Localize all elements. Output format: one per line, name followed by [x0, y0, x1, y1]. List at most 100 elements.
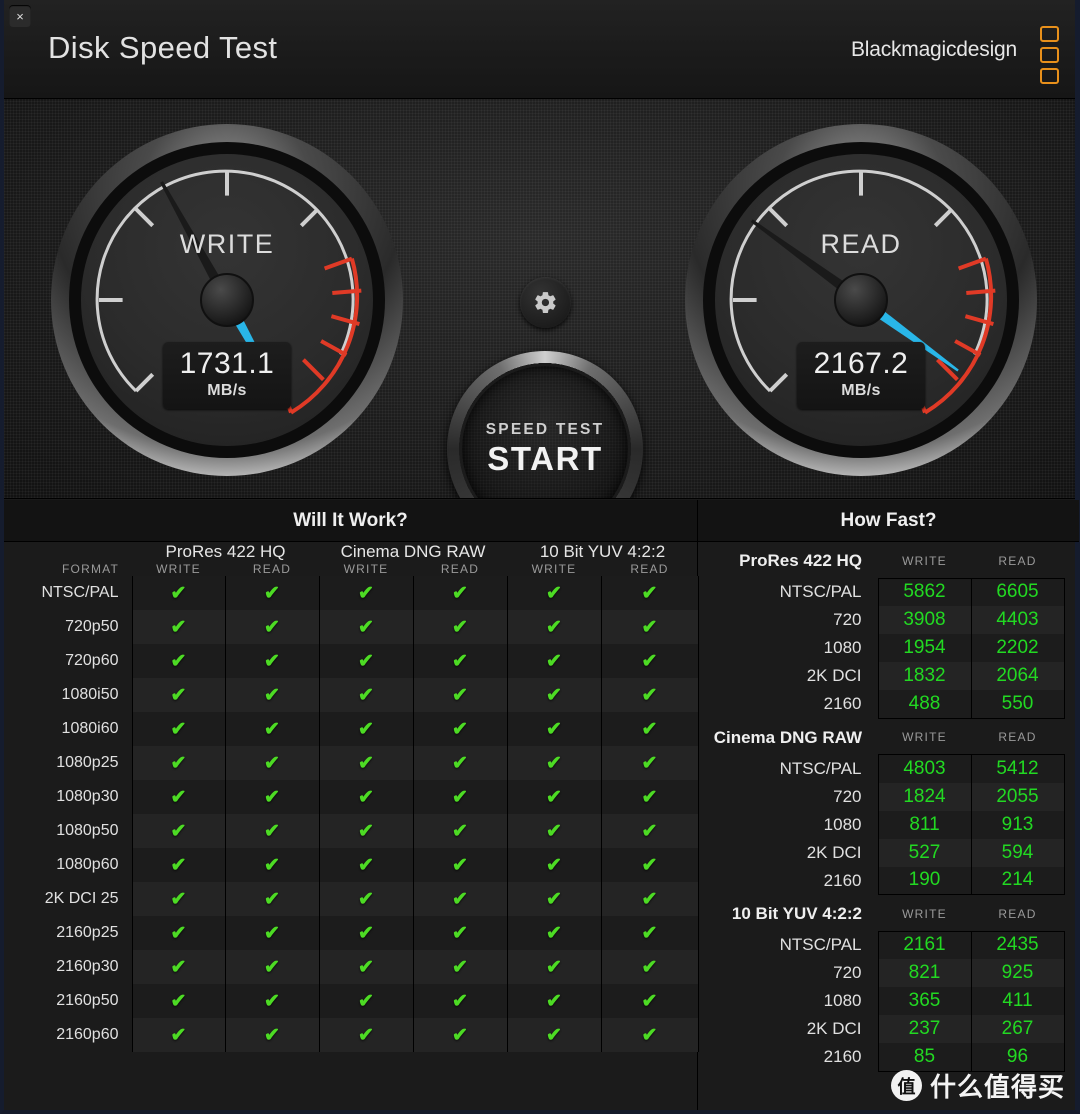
read-speed-value: 2202 — [970, 634, 1065, 662]
table-row: 2K DCI 1832 2064 — [698, 662, 1079, 690]
read-speed-value: 411 — [970, 987, 1065, 1015]
table-row: 1080i60 ✔ ✔ ✔ ✔ ✔ ✔ — [4, 712, 699, 746]
check-icon: ✔ — [600, 644, 699, 678]
table-row: 1080 1954 2202 — [698, 634, 1079, 662]
check-icon: ✔ — [600, 780, 699, 814]
write-speed-value: 1824 — [877, 782, 971, 811]
write-speed-value: 4803 — [877, 754, 971, 783]
spacer-cell — [1064, 959, 1079, 987]
check-icon: ✔ — [506, 576, 601, 610]
check-icon: ✔ — [224, 780, 320, 814]
group-header-dng: Cinema DNG RAW — [340, 542, 486, 561]
spacer-cell — [1064, 1043, 1079, 1071]
check-icon: ✔ — [318, 644, 413, 678]
col-header-read-3: READ — [630, 562, 669, 576]
check-icon: ✔ — [318, 610, 413, 644]
col-header-write: WRITE — [902, 730, 947, 745]
close-icon: × — [16, 8, 24, 24]
spacer-cell — [1064, 867, 1079, 895]
spacer-cell — [1064, 839, 1079, 867]
write-speed-value: 811 — [877, 810, 971, 839]
spacer-cell — [1064, 544, 1079, 578]
format-label: 2160 — [823, 694, 862, 713]
format-label: NTSC/PAL — [4, 576, 132, 610]
spacer-cell — [1064, 662, 1079, 690]
format-label: 720 — [833, 963, 862, 982]
speed-test-start-button[interactable]: SPEED TEST START — [447, 351, 643, 498]
col-header-write: WRITE — [902, 553, 947, 568]
check-icon: ✔ — [506, 950, 601, 984]
check-icon: ✔ — [600, 746, 699, 780]
write-speed-value: 488 — [877, 690, 971, 719]
table-row: NTSC/PAL 4803 5412 — [698, 754, 1079, 783]
title-bar: × Disk Speed Test Blackmagicdesign — [4, 0, 1075, 99]
check-icon: ✔ — [224, 882, 320, 916]
spacer-cell — [1064, 578, 1079, 606]
check-icon: ✔ — [600, 814, 699, 848]
check-icon: ✔ — [506, 746, 601, 780]
col-header-read: READ — [998, 553, 1037, 568]
spacer-cell — [1064, 1015, 1079, 1043]
table-row: 2160p60 ✔ ✔ ✔ ✔ ✔ ✔ — [4, 1018, 699, 1052]
how-fast-block-header: ProRes 422 HQ WRITE READ — [698, 544, 1079, 578]
write-speed-value: 1954 — [877, 634, 971, 662]
spacer-cell — [1064, 783, 1079, 811]
check-icon: ✔ — [131, 916, 225, 950]
check-icon: ✔ — [318, 950, 413, 984]
will-it-work-table: ProRes 422 HQ Cinema DNG RAW 10 Bit YUV … — [4, 542, 699, 1052]
col-header-read: READ — [998, 906, 1037, 921]
check-icon: ✔ — [600, 610, 699, 644]
table-row: 720p60 ✔ ✔ ✔ ✔ ✔ ✔ — [4, 644, 699, 678]
block-name: ProRes 422 HQ — [739, 551, 862, 570]
check-icon: ✔ — [412, 916, 508, 950]
blackmagic-logo-icon — [1040, 26, 1061, 84]
close-button[interactable]: × — [9, 5, 31, 27]
check-icon: ✔ — [224, 746, 320, 780]
table-row: 1080p30 ✔ ✔ ✔ ✔ ✔ ✔ — [4, 780, 699, 814]
check-icon: ✔ — [131, 984, 225, 1018]
format-label: 1080p25 — [4, 746, 132, 780]
spacer-cell — [1064, 690, 1079, 718]
check-icon: ✔ — [600, 882, 699, 916]
format-label: 720 — [833, 786, 862, 806]
check-icon: ✔ — [131, 644, 225, 678]
settings-button[interactable] — [520, 277, 571, 328]
check-icon: ✔ — [600, 916, 699, 950]
how-fast-body: ProRes 422 HQ WRITE READ NTSC/PAL 5862 6605 72… — [698, 544, 1079, 1072]
table-row: 1080 365 411 — [698, 987, 1079, 1015]
check-icon: ✔ — [131, 746, 225, 780]
how-fast-block-header: 10 Bit YUV 4:2:2 WRITE READ — [698, 897, 1079, 931]
read-speed-value: 594 — [970, 838, 1065, 867]
check-icon: ✔ — [412, 1018, 508, 1052]
table-row: 1080p60 ✔ ✔ ✔ ✔ ✔ ✔ — [4, 848, 699, 882]
check-icon: ✔ — [224, 1018, 320, 1052]
start-button-sublabel: SPEED TEST — [485, 420, 605, 438]
check-icon: ✔ — [412, 678, 508, 712]
read-gauge: READ 2167.2 MB/s — [676, 122, 1046, 477]
spacer-cell — [1064, 634, 1079, 662]
check-icon: ✔ — [600, 678, 699, 712]
format-label: NTSC/PAL — [779, 582, 862, 601]
check-icon: ✔ — [318, 848, 413, 882]
check-icon: ✔ — [412, 984, 508, 1018]
write-speed-value: 1832 — [877, 662, 971, 690]
table-row: NTSC/PAL 5862 6605 — [698, 577, 1079, 606]
check-icon: ✔ — [412, 712, 508, 746]
check-icon: ✔ — [600, 712, 699, 746]
group-header-prores: ProRes 422 HQ — [165, 542, 286, 561]
write-speed-value: 2161 — [877, 930, 971, 959]
table-row: 2160p50 ✔ ✔ ✔ ✔ ✔ ✔ — [4, 984, 699, 1018]
table-row: 2160 190 214 — [698, 866, 1079, 895]
check-icon: ✔ — [506, 1018, 601, 1052]
check-icon: ✔ — [318, 814, 413, 848]
check-icon: ✔ — [131, 1018, 225, 1052]
check-icon: ✔ — [224, 984, 320, 1018]
table-row: 720p50 ✔ ✔ ✔ ✔ ✔ ✔ — [4, 610, 699, 644]
check-icon: ✔ — [506, 712, 601, 746]
how-fast-block: 10 Bit YUV 4:2:2 WRITE READ NTSC/PAL 2161 243… — [698, 897, 1079, 1072]
app-window: × Disk Speed Test Blackmagicdesign WRITE… — [0, 0, 1080, 1114]
col-header-write: WRITE — [902, 906, 947, 921]
check-icon: ✔ — [318, 916, 413, 950]
read-speed-value: 4403 — [970, 606, 1065, 634]
table-row: 2K DCI 527 594 — [698, 838, 1079, 867]
